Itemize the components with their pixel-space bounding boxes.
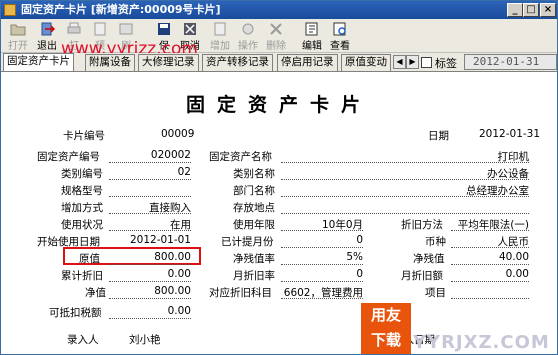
accum-dep-field[interactable]: 0.00 xyxy=(109,268,191,282)
category-name-field[interactable]: 办公设备 xyxy=(281,166,529,180)
asset-code-label: 固定资产编号 xyxy=(37,151,100,163)
tab-strip: 固定资产卡片 附属设备 大修理记录 资产转移记录 停启用记录 原值变动 ◀ ▶ … xyxy=(1,53,557,71)
tab-transfer-records[interactable]: 资产转移记录 xyxy=(202,54,273,71)
tax-field[interactable]: 0.00 xyxy=(109,305,191,319)
tab-stop-start-records[interactable]: 停启用记录 xyxy=(277,54,338,71)
asset-name-label: 固定资产名称 xyxy=(209,151,272,163)
exit-button[interactable]: 退出 xyxy=(32,20,62,52)
residual-rate-label: 净残值率 xyxy=(233,253,275,265)
tab-overhaul-records[interactable]: 大修理记录 xyxy=(138,54,199,71)
card-date-value: 2012-01-31 xyxy=(479,128,541,140)
orig-value-field[interactable]: 800.00 xyxy=(109,251,191,265)
tab-original-value-change[interactable]: 原值变动 xyxy=(341,54,391,71)
category-code-field[interactable]: 02 xyxy=(109,166,191,180)
item-field[interactable] xyxy=(451,285,529,299)
account-label: 对应折旧科目 xyxy=(209,287,272,299)
cancel-icon xyxy=(184,23,196,35)
dep-months-field[interactable]: 0 xyxy=(281,234,363,248)
refresh-icon xyxy=(119,23,133,35)
net-value-field[interactable]: 800.00 xyxy=(109,285,191,299)
brand-logo: 用友 下载 xyxy=(361,303,411,354)
item-label: 项目 xyxy=(425,287,446,299)
tab-scroll-left-icon[interactable]: ◀ xyxy=(393,55,406,69)
preview-icon xyxy=(94,22,106,36)
brand-logo-top: 用友 xyxy=(370,306,401,324)
toolbar: 打开 退出 打 预 刷 保 取消 增加 操作 删除 编辑 查看 www.yyrj… xyxy=(1,19,557,59)
dept-label: 部门名称 xyxy=(233,185,275,197)
category-code-label: 类别编号 xyxy=(61,168,103,180)
print-icon xyxy=(67,22,81,34)
monthly-rate-field[interactable]: 0 xyxy=(281,268,363,282)
view-button[interactable]: 查看 xyxy=(325,20,355,52)
recorder-value: 刘小艳 xyxy=(129,334,161,346)
tag-checkbox[interactable] xyxy=(421,57,432,68)
app-icon xyxy=(4,4,16,16)
brand-logo-bottom: 下载 xyxy=(370,331,401,349)
add-method-field[interactable]: 直接购入 xyxy=(109,200,191,214)
residual-label: 净残值 xyxy=(413,253,445,265)
edit-icon xyxy=(305,22,318,36)
account-field[interactable]: 6602，管理费用 xyxy=(281,285,363,299)
add-icon xyxy=(214,22,226,36)
orig-value-label: 原值 xyxy=(79,253,100,265)
currency-field[interactable]: 人民币 xyxy=(451,234,529,248)
dept-field[interactable]: 总经理办公室 xyxy=(281,183,529,197)
open-button[interactable]: 打开 xyxy=(3,20,33,52)
tab-scroll-right-icon[interactable]: ▶ xyxy=(406,55,419,69)
add-button[interactable]: 增加 xyxy=(205,20,235,52)
recorder-label: 录入人 xyxy=(67,334,99,346)
brand-site-text: YYRJXZ.COM xyxy=(413,332,550,353)
header-date-field[interactable]: 2012-01-31 xyxy=(464,54,557,70)
open-icon xyxy=(10,24,26,36)
monthly-rate-label: 月折旧率 xyxy=(233,270,275,282)
life-label: 使用年限 xyxy=(233,219,275,231)
usage-label: 使用状况 xyxy=(61,219,103,231)
minimize-button[interactable]: _ xyxy=(507,3,523,17)
window-title: 固定资产卡片 [新增资产:00009号卡片] xyxy=(21,3,221,16)
residual-field[interactable]: 40.00 xyxy=(451,251,529,265)
exit-icon xyxy=(41,22,55,36)
location-field[interactable] xyxy=(281,200,529,214)
card-date-label: 日期 xyxy=(428,130,449,142)
dep-method-field[interactable]: 平均年限法(一) xyxy=(451,217,529,231)
asset-card: 固定资产卡片 卡片编号 00009 日期 2012-01-31 固定资产编号 0… xyxy=(1,71,557,354)
dep-months-label: 已计提月份 xyxy=(221,236,274,248)
category-name-label: 类别名称 xyxy=(233,168,275,180)
monthly-dep-label: 月折旧额 xyxy=(401,270,443,282)
delete-icon xyxy=(270,23,282,35)
tab-asset-card[interactable]: 固定资产卡片 xyxy=(3,53,74,71)
card-title: 固定资产卡片 xyxy=(185,94,372,116)
card-no-label: 卡片编号 xyxy=(63,130,105,142)
net-value-label: 净值 xyxy=(85,287,106,299)
spec-label: 规格型号 xyxy=(61,185,103,197)
spec-field[interactable] xyxy=(109,183,191,197)
location-label: 存放地点 xyxy=(233,202,275,214)
asset-name-field[interactable]: 打印机 xyxy=(281,149,529,163)
edit-button[interactable]: 编辑 xyxy=(297,20,327,52)
currency-label: 币种 xyxy=(425,236,446,248)
monthly-dep-field[interactable]: 0.00 xyxy=(451,268,529,282)
maximize-button[interactable]: □ xyxy=(523,3,539,17)
save-icon xyxy=(158,23,170,35)
asset-code-field[interactable]: 020002 xyxy=(109,149,191,163)
operate-icon xyxy=(242,23,254,35)
delete-button[interactable]: 删除 xyxy=(261,20,291,52)
usage-field[interactable]: 在用 xyxy=(109,217,191,231)
life-field[interactable]: 10年0月 xyxy=(281,217,363,231)
close-button[interactable]: × xyxy=(540,3,556,17)
tab-attached-equipment[interactable]: 附属设备 xyxy=(85,54,135,71)
asset-card-window: 固定资产卡片 [新增资产:00009号卡片] _ □ × 打开 退出 打 预 刷… xyxy=(0,0,558,355)
card-no-value: 00009 xyxy=(161,128,195,140)
residual-rate-field[interactable]: 5% xyxy=(281,251,363,265)
add-method-label: 增加方式 xyxy=(61,202,103,214)
tag-checkbox-label: 标签 xyxy=(435,57,457,70)
title-bar: 固定资产卡片 [新增资产:00009号卡片] _ □ × xyxy=(1,1,557,19)
view-icon xyxy=(333,22,346,36)
dep-method-label: 折旧方法 xyxy=(401,219,443,231)
operate-button[interactable]: 操作 xyxy=(233,20,263,52)
tax-label: 可抵扣税额 xyxy=(49,307,102,319)
accum-dep-label: 累计折旧 xyxy=(61,270,103,282)
start-date-field[interactable]: 2012-01-01 xyxy=(109,234,191,248)
